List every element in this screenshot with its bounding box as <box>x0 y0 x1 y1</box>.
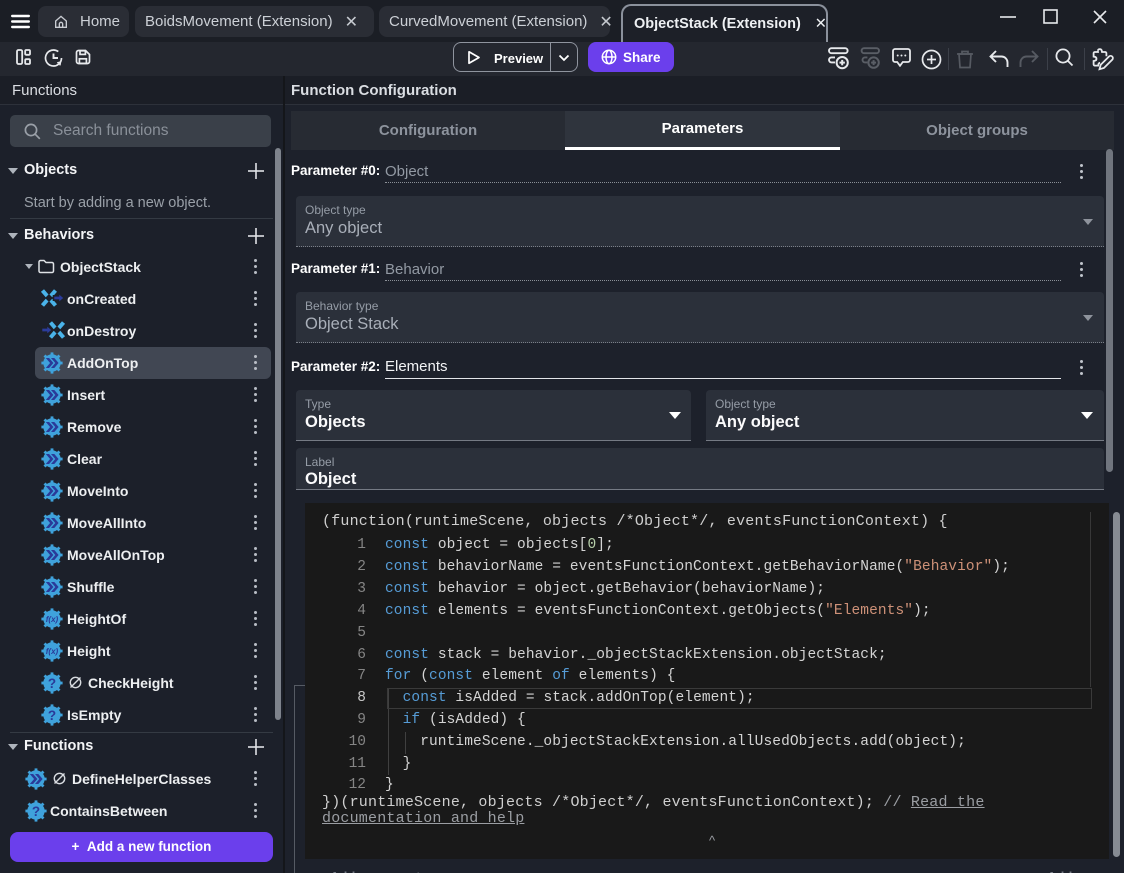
svg-text:?: ? <box>32 804 40 819</box>
svg-text:?: ? <box>48 708 56 723</box>
svg-text:?: ? <box>48 676 56 691</box>
svg-text:f(x): f(x) <box>46 615 59 624</box>
svg-text:f(x): f(x) <box>46 647 59 656</box>
